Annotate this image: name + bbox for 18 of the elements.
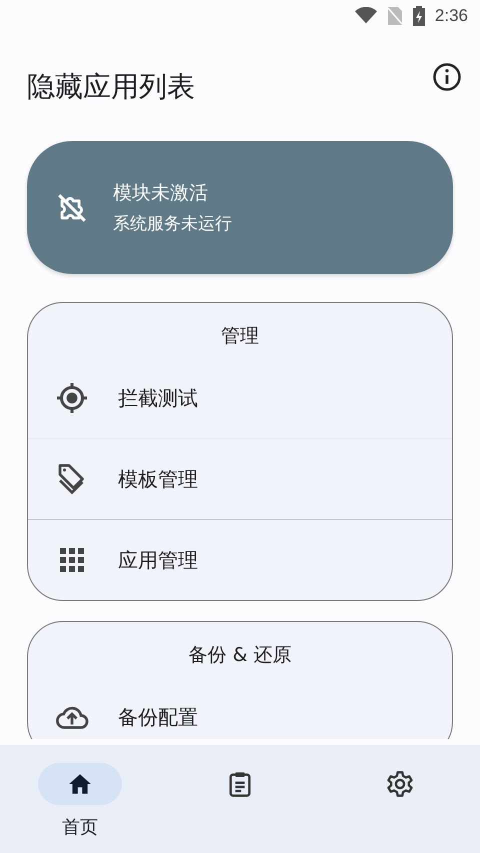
- section-title: 备份 & 还原: [188, 643, 292, 668]
- nav-label: 首页: [62, 816, 98, 839]
- section-title: 管理: [220, 324, 260, 349]
- settings-icon: [386, 770, 414, 798]
- battery-icon: [412, 6, 425, 26]
- menu-item[interactable]: 模板管理: [28, 438, 452, 519]
- target-icon: [54, 380, 90, 416]
- app-title: 隐藏应用列表: [27, 69, 195, 105]
- nav-tab[interactable]: [38, 763, 122, 805]
- status-title: 模块未激活: [113, 181, 209, 206]
- menu-item[interactable]: 应用管理: [28, 519, 452, 600]
- clock-time: 2:36: [434, 6, 468, 26]
- no-sim-icon: [386, 6, 403, 26]
- info-icon[interactable]: [432, 62, 462, 92]
- wifi-icon: [354, 7, 377, 25]
- menu-item[interactable]: 拦截测试: [28, 357, 452, 438]
- menu-item[interactable]: 备份配置: [28, 676, 452, 739]
- status-subtitle: 系统服务未运行: [113, 213, 232, 235]
